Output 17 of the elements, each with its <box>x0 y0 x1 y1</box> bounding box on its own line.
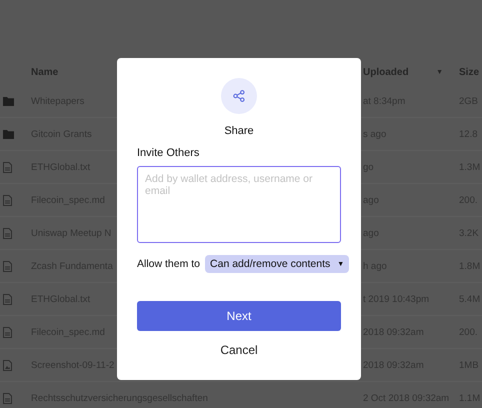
next-button[interactable]: Next <box>137 301 341 331</box>
file-icon <box>3 162 12 172</box>
file-icon <box>3 228 12 238</box>
dialog-title: Share <box>224 125 254 137</box>
file-icon <box>3 392 12 404</box>
file-icon <box>3 194 12 206</box>
cancel-button[interactable]: Cancel <box>216 341 262 359</box>
file-icon <box>3 260 12 272</box>
image-file-icon <box>3 360 12 370</box>
share-icon <box>221 78 257 114</box>
folder-icon <box>3 96 14 106</box>
file-icon <box>3 294 12 304</box>
permission-label: Allow them to <box>137 258 200 270</box>
folder-icon <box>3 130 14 138</box>
file-icon <box>3 326 12 338</box>
invite-field[interactable]: Add by wallet address, username or email <box>137 166 341 243</box>
invite-label: Invite Others <box>137 147 200 159</box>
